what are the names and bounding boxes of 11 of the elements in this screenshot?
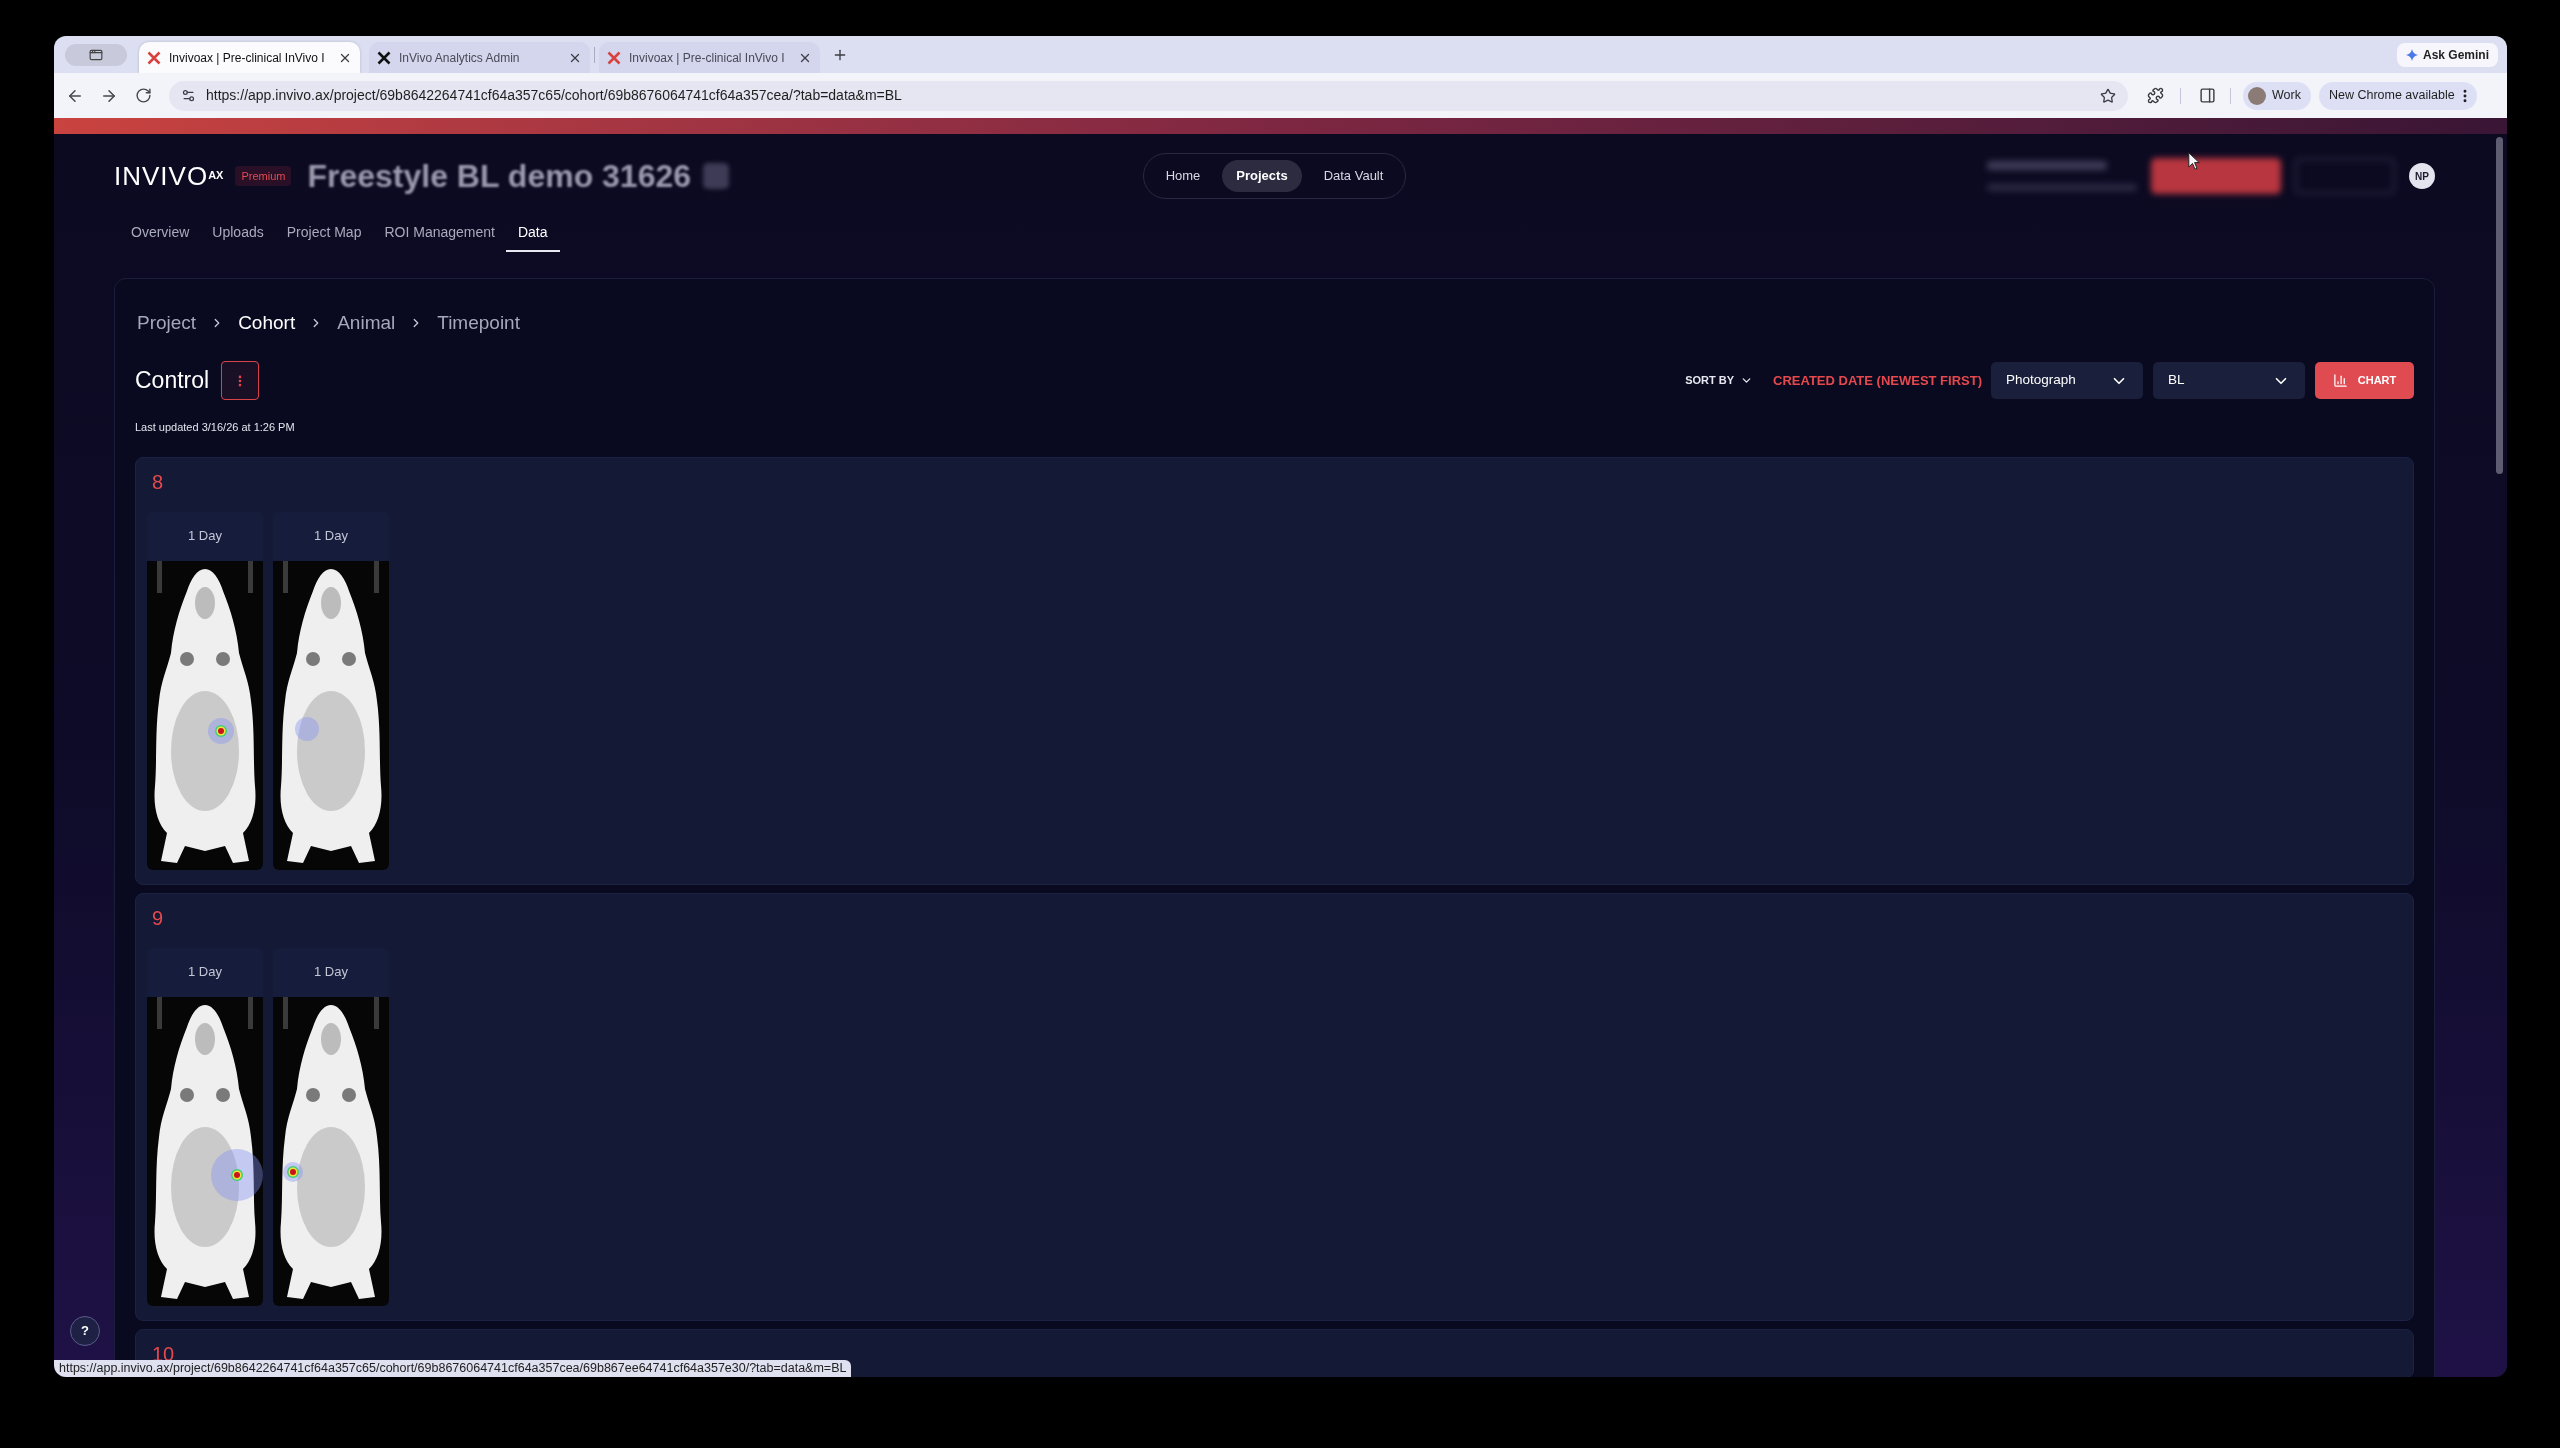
- timepoint-label: 1 Day: [314, 527, 348, 546]
- last-updated-text: Last updated 3/16/26 at 1:26 PM: [135, 420, 295, 435]
- project-title: Freestyle BL demo 31626: [307, 157, 692, 196]
- timepoint-label: 1 Day: [314, 963, 348, 982]
- cohort-title: Control: [135, 366, 210, 396]
- plan-badge: Premium: [235, 165, 292, 187]
- animal-number: 9: [151, 908, 164, 927]
- link-preview-tooltip: https://app.invivo.ax/project/69b8642264741cf64a357c65/cohort/69b8676064741cf64a357cea/69b867ee64741cf64a357e30/?tab=data&m=BL: [54, 1360, 852, 1377]
- timepoint-label: 1 Day: [188, 963, 222, 982]
- timepoint-label: 1 Day: [188, 527, 222, 546]
- animal-number: 8: [151, 472, 164, 491]
